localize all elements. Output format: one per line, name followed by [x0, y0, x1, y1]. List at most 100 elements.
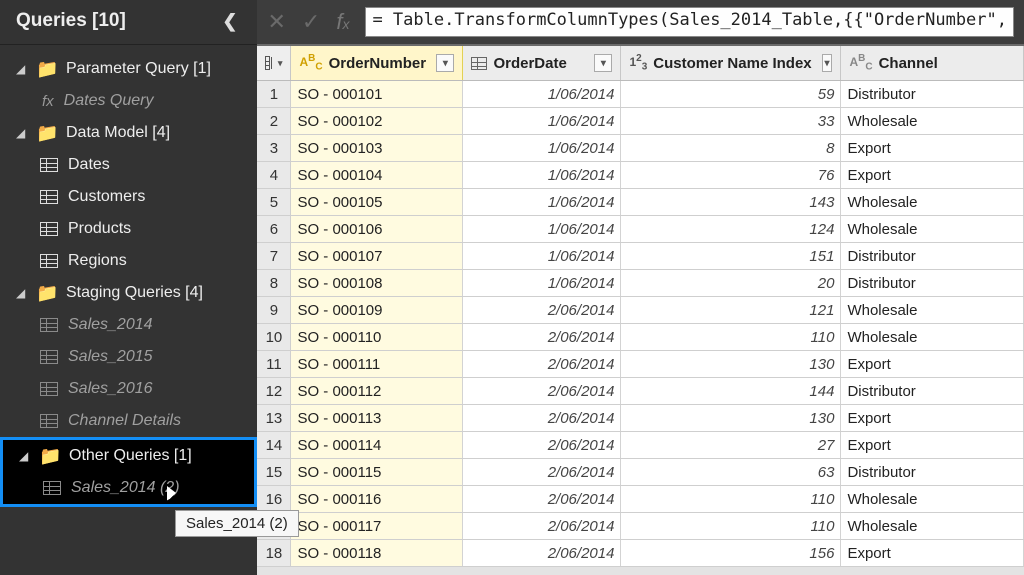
row-number[interactable]: 7 [257, 243, 291, 269]
cell-ordernumber[interactable]: SO - 000109 [291, 297, 463, 323]
table-row[interactable]: 9SO - 0001092/06/2014121Wholesale [257, 297, 1024, 324]
cell-orderdate[interactable]: 1/06/2014 [463, 216, 621, 242]
cell-channel[interactable]: Export [841, 432, 1024, 458]
row-number[interactable]: 5 [257, 189, 291, 215]
cell-ordernumber[interactable]: SO - 000113 [291, 405, 463, 431]
row-number[interactable]: 14 [257, 432, 291, 458]
cell-orderdate[interactable]: 2/06/2014 [463, 378, 621, 404]
cell-orderdate[interactable]: 1/06/2014 [463, 189, 621, 215]
tree-item[interactable]: Channel Details [0, 405, 257, 437]
row-number[interactable]: 1 [257, 81, 291, 107]
cell-customer-index[interactable]: 124 [621, 216, 841, 242]
cell-orderdate[interactable]: 2/06/2014 [463, 540, 621, 566]
cell-orderdate[interactable]: 2/06/2014 [463, 297, 621, 323]
cell-ordernumber[interactable]: SO - 000102 [291, 108, 463, 134]
tree-item[interactable]: Products [0, 213, 257, 245]
table-row[interactable]: 18SO - 0001182/06/2014156Export [257, 540, 1024, 567]
table-row[interactable]: 10SO - 0001102/06/2014110Wholesale [257, 324, 1024, 351]
cell-channel[interactable]: Distributor [841, 378, 1024, 404]
row-number[interactable]: 11 [257, 351, 291, 377]
row-number[interactable]: 3 [257, 135, 291, 161]
cell-customer-index[interactable]: 33 [621, 108, 841, 134]
cell-ordernumber[interactable]: SO - 000103 [291, 135, 463, 161]
cell-ordernumber[interactable]: SO - 000107 [291, 243, 463, 269]
tree-group[interactable]: ◢📁Other Queries [1] [3, 440, 254, 472]
cell-ordernumber[interactable]: SO - 000110 [291, 324, 463, 350]
cell-customer-index[interactable]: 130 [621, 351, 841, 377]
cell-ordernumber[interactable]: SO - 000108 [291, 270, 463, 296]
cell-ordernumber[interactable]: SO - 000117 [291, 513, 463, 539]
queries-panel-header[interactable]: Queries [10] ❮ [0, 0, 257, 45]
tree-item[interactable]: Sales_2016 [0, 373, 257, 405]
cell-customer-index[interactable]: 130 [621, 405, 841, 431]
column-header-customer-index[interactable]: 123 Customer Name Index ▾ [621, 46, 841, 80]
cell-channel[interactable]: Export [841, 540, 1024, 566]
table-row[interactable]: 6SO - 0001061/06/2014124Wholesale [257, 216, 1024, 243]
cell-ordernumber[interactable]: SO - 000114 [291, 432, 463, 458]
cell-ordernumber[interactable]: SO - 000105 [291, 189, 463, 215]
cell-ordernumber[interactable]: SO - 000106 [291, 216, 463, 242]
cell-orderdate[interactable]: 2/06/2014 [463, 486, 621, 512]
tree-item[interactable]: fxDates Query [0, 85, 257, 117]
cell-orderdate[interactable]: 1/06/2014 [463, 270, 621, 296]
cell-customer-index[interactable]: 8 [621, 135, 841, 161]
filter-dropdown-icon[interactable]: ▾ [822, 54, 833, 72]
tree-group[interactable]: ◢📁Staging Queries [4] [0, 277, 257, 309]
cell-ordernumber[interactable]: SO - 000115 [291, 459, 463, 485]
cell-customer-index[interactable]: 121 [621, 297, 841, 323]
cell-orderdate[interactable]: 1/06/2014 [463, 243, 621, 269]
cell-ordernumber[interactable]: SO - 000111 [291, 351, 463, 377]
cell-channel[interactable]: Wholesale [841, 297, 1024, 323]
tree-item[interactable]: Customers [0, 181, 257, 213]
row-number[interactable]: 10 [257, 324, 291, 350]
cell-customer-index[interactable]: 76 [621, 162, 841, 188]
cell-orderdate[interactable]: 1/06/2014 [463, 135, 621, 161]
table-row[interactable]: 12SO - 0001122/06/2014144Distributor [257, 378, 1024, 405]
table-row[interactable]: 14SO - 0001142/06/201427Export [257, 432, 1024, 459]
row-number[interactable]: 12 [257, 378, 291, 404]
formula-input[interactable]: = Table.TransformColumnTypes(Sales_2014_… [365, 7, 1014, 37]
filter-dropdown-icon[interactable]: ▾ [594, 54, 612, 72]
tree-group[interactable]: ◢📁Data Model [4] [0, 117, 257, 149]
accept-formula-icon[interactable]: ✓ [302, 9, 320, 35]
cell-channel[interactable]: Wholesale [841, 486, 1024, 512]
fx-icon[interactable]: fx [336, 9, 349, 35]
table-row[interactable]: 11SO - 0001112/06/2014130Export [257, 351, 1024, 378]
table-row[interactable]: 15SO - 0001152/06/201463Distributor [257, 459, 1024, 486]
cell-orderdate[interactable]: 1/06/2014 [463, 81, 621, 107]
row-number[interactable]: 2 [257, 108, 291, 134]
collapse-panel-icon[interactable]: ❮ [222, 11, 241, 32]
cell-channel[interactable]: Wholesale [841, 513, 1024, 539]
cell-channel[interactable]: Export [841, 162, 1024, 188]
cell-channel[interactable]: Export [841, 351, 1024, 377]
cell-orderdate[interactable]: 1/06/2014 [463, 162, 621, 188]
filter-dropdown-icon[interactable]: ▾ [436, 54, 454, 72]
cell-ordernumber[interactable]: SO - 000104 [291, 162, 463, 188]
cell-customer-index[interactable]: 110 [621, 513, 841, 539]
cancel-formula-icon[interactable]: ✕ [267, 9, 285, 35]
cell-customer-index[interactable]: 144 [621, 378, 841, 404]
table-row[interactable]: 8SO - 0001081/06/201420Distributor [257, 270, 1024, 297]
cell-channel[interactable]: Export [841, 405, 1024, 431]
cell-customer-index[interactable]: 110 [621, 324, 841, 350]
table-row[interactable]: 17SO - 0001172/06/2014110Wholesale [257, 513, 1024, 540]
cell-ordernumber[interactable]: SO - 000118 [291, 540, 463, 566]
row-number[interactable]: 16 [257, 486, 291, 512]
cell-customer-index[interactable]: 143 [621, 189, 841, 215]
cell-channel[interactable]: Distributor [841, 459, 1024, 485]
cell-channel[interactable]: Wholesale [841, 108, 1024, 134]
cell-orderdate[interactable]: 2/06/2014 [463, 324, 621, 350]
cell-ordernumber[interactable]: SO - 000101 [291, 81, 463, 107]
table-row[interactable]: 7SO - 0001071/06/2014151Distributor [257, 243, 1024, 270]
cell-orderdate[interactable]: 2/06/2014 [463, 432, 621, 458]
tree-group[interactable]: ◢📁Parameter Query [1] [0, 53, 257, 85]
cell-customer-index[interactable]: 59 [621, 81, 841, 107]
cell-orderdate[interactable]: 2/06/2014 [463, 459, 621, 485]
cell-channel[interactable]: Distributor [841, 243, 1024, 269]
table-row[interactable]: 16SO - 0001162/06/2014110Wholesale [257, 486, 1024, 513]
column-header-ordernumber[interactable]: ABC OrderNumber ▾ [291, 46, 463, 80]
row-number[interactable]: 8 [257, 270, 291, 296]
table-row[interactable]: 2SO - 0001021/06/201433Wholesale [257, 108, 1024, 135]
cell-orderdate[interactable]: 2/06/2014 [463, 513, 621, 539]
cell-ordernumber[interactable]: SO - 000112 [291, 378, 463, 404]
